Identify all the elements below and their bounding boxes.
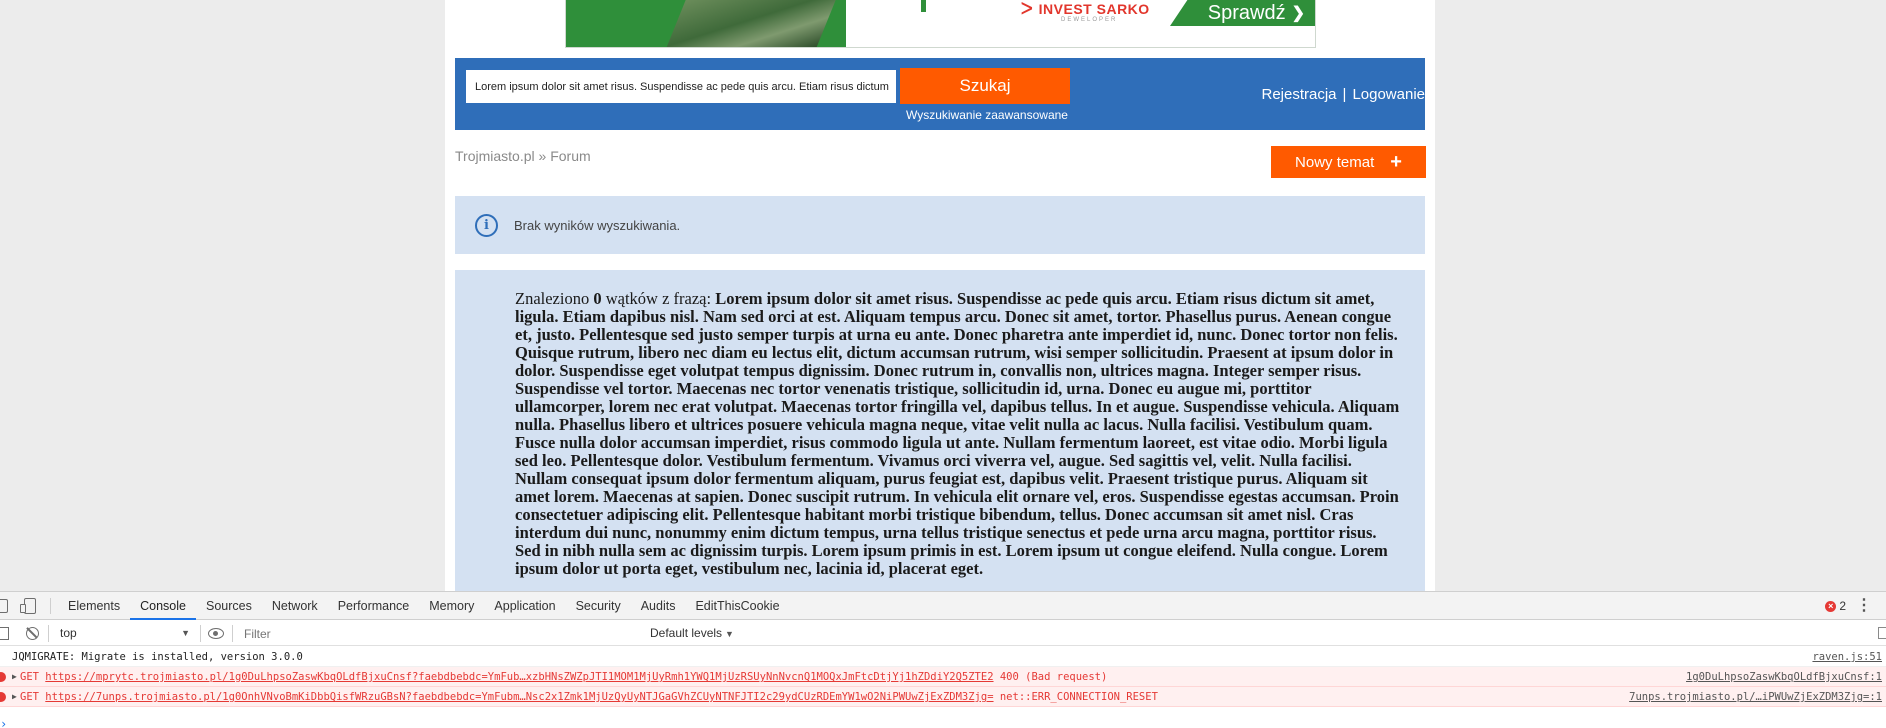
ad-brand-sub: DEWELOPER	[1061, 17, 1118, 23]
tab-application[interactable]: Application	[484, 592, 565, 620]
request-method: GET	[20, 671, 39, 683]
more-options-icon[interactable]: ⋮	[1856, 596, 1872, 616]
search-results-summary: Znaleziono 0 wątków z frazą: Lorem ipsum…	[455, 270, 1425, 591]
settings-checkbox[interactable]	[1878, 627, 1886, 639]
breadcrumb: Trojmiasto.pl » Forum	[455, 148, 591, 164]
no-results-message: Brak wyników wyszukiwania.	[514, 217, 681, 233]
log-message: GET https://7unps.trojmiasto.pl/1g0OnhVN…	[20, 687, 1158, 707]
auth-separator: |	[1342, 86, 1347, 103]
device-toolbar-icon[interactable]	[20, 598, 36, 614]
console-log-row: JQMIGRATE: Migrate is installed, version…	[0, 647, 1886, 667]
context-selector[interactable]: top ▼	[56, 624, 192, 643]
devtools-tabs: Elements Console Sources Network Perform…	[58, 592, 790, 620]
console-error-row: ▶ GET https://7unps.trojmiasto.pl/1g0Onh…	[0, 687, 1886, 707]
console-filter-input[interactable]	[240, 624, 642, 643]
log-message: JQMIGRATE: Migrate is installed, version…	[12, 651, 303, 663]
request-url[interactable]: https://7unps.trojmiasto.pl/1g0OnhVNvoBm…	[45, 691, 993, 703]
banner-ad[interactable]: ᐳ INVEST SARKO DEWELOPER Sprawdź ❯	[565, 0, 1316, 48]
toolbar-divider	[48, 625, 49, 642]
advanced-search-link[interactable]: Wyszukiwanie zaawansowane	[902, 108, 1072, 122]
tab-security[interactable]: Security	[566, 592, 631, 620]
console-error-row: ▶ GET https://mprytc.trojmiasto.pl/1g0Du…	[0, 667, 1886, 687]
error-icon	[0, 672, 6, 682]
devtools-panel: Elements Console Sources Network Perform…	[0, 591, 1886, 728]
results-count: 0	[593, 289, 602, 308]
tab-performance[interactable]: Performance	[328, 592, 420, 620]
search-button[interactable]: Szukaj	[900, 68, 1070, 104]
error-icon	[0, 692, 6, 702]
console-toolbar: top ▼ Default levels▼	[0, 621, 1886, 646]
log-source-link[interactable]: raven.js:51	[1812, 647, 1882, 667]
tab-memory[interactable]: Memory	[419, 592, 484, 620]
live-expression-eye-icon[interactable]	[208, 628, 224, 639]
request-status: net::ERR_CONNECTION_RESET	[999, 691, 1158, 703]
chevron-right-icon: ❯	[1291, 5, 1305, 22]
plus-icon: +	[1390, 151, 1402, 173]
tab-network[interactable]: Network	[262, 592, 328, 620]
results-middle: wątków z frazą:	[601, 289, 716, 308]
expand-triangle-icon[interactable]: ▶	[12, 667, 17, 687]
tab-editthiscookie[interactable]: EditThisCookie	[685, 592, 789, 620]
log-source-link[interactable]: 7unps.trojmiasto.pl/…iPWUwZjExZDM3Zjg=:1	[1629, 687, 1882, 707]
toolbar-divider	[200, 625, 201, 642]
tab-sources[interactable]: Sources	[196, 592, 262, 620]
login-link[interactable]: Logowanie	[1352, 86, 1425, 103]
ad-accent-bar	[921, 0, 926, 12]
context-value: top	[60, 626, 77, 640]
register-link[interactable]: Rejestracja	[1262, 86, 1337, 103]
console-output: JQMIGRATE: Migrate is installed, version…	[0, 647, 1886, 728]
caret-down-icon: ▼	[725, 629, 734, 639]
log-message: GET https://mprytc.trojmiasto.pl/1g0DuLh…	[20, 667, 1107, 687]
sidebar-toggle-icon[interactable]	[0, 627, 9, 640]
no-results-alert: i Brak wyników wyszukiwania.	[455, 196, 1425, 254]
new-topic-button[interactable]: Nowy temat +	[1271, 146, 1426, 178]
results-prefix: Znaleziono	[515, 289, 594, 308]
new-topic-label: Nowy temat	[1295, 153, 1375, 171]
breadcrumb-forum[interactable]: Forum	[550, 148, 590, 164]
tab-audits[interactable]: Audits	[631, 592, 686, 620]
caret-down-icon: ▼	[181, 628, 190, 638]
ad-logo-icon: ᐳ	[1021, 1, 1033, 18]
error-count-badge[interactable]: × 2	[1825, 599, 1846, 613]
log-levels-dropdown[interactable]: Default levels ▼	[650, 624, 734, 644]
clear-console-icon[interactable]	[26, 627, 39, 640]
search-bar: Szukaj Wyszukiwanie zaawansowane Rejestr…	[455, 58, 1425, 130]
request-status: 400 (Bad request)	[999, 671, 1108, 683]
log-levels-label: Default levels	[650, 626, 723, 640]
toolbar-divider	[50, 598, 51, 614]
console-prompt[interactable]: ›	[0, 717, 7, 728]
search-input[interactable]	[466, 70, 896, 103]
expand-triangle-icon[interactable]: ▶	[12, 687, 17, 707]
ad-photo	[666, 0, 836, 47]
request-method: GET	[20, 691, 39, 703]
ad-cta-label: Sprawdź	[1207, 1, 1286, 24]
breadcrumb-separator: »	[534, 148, 551, 164]
forum-page: ᐳ INVEST SARKO DEWELOPER Sprawdź ❯ Szuka…	[445, 0, 1435, 591]
tab-console[interactable]: Console	[130, 592, 196, 620]
toolbar-divider	[232, 625, 233, 642]
breadcrumb-home[interactable]: Trojmiasto.pl	[455, 148, 535, 164]
inspect-element-icon[interactable]	[0, 599, 8, 613]
request-url[interactable]: https://mprytc.trojmiasto.pl/1g0DuLhpsoZ…	[45, 671, 993, 683]
auth-links: Rejestracja | Logowanie	[1225, 86, 1426, 103]
log-source-link[interactable]: 1g0DuLhpsoZaswKbqOLdfBjxuCnsf:1	[1686, 667, 1882, 687]
results-query: Lorem ipsum dolor sit amet risus. Suspen…	[515, 289, 1400, 578]
tab-elements[interactable]: Elements	[58, 592, 130, 620]
results-text: Znaleziono 0 wątków z frazą: Lorem ipsum…	[515, 290, 1405, 578]
devtools-tabbar: Elements Console Sources Network Perform…	[0, 592, 1886, 620]
error-icon: ×	[1825, 600, 1837, 612]
browser-viewport: ᐳ INVEST SARKO DEWELOPER Sprawdź ❯ Szuka…	[0, 0, 1886, 591]
info-icon: i	[475, 213, 498, 237]
ad-brand-name: INVEST SARKO	[1038, 1, 1150, 17]
error-count: 2	[1839, 599, 1846, 613]
ad-cta-button[interactable]: Sprawdź ❯	[1170, 0, 1315, 26]
